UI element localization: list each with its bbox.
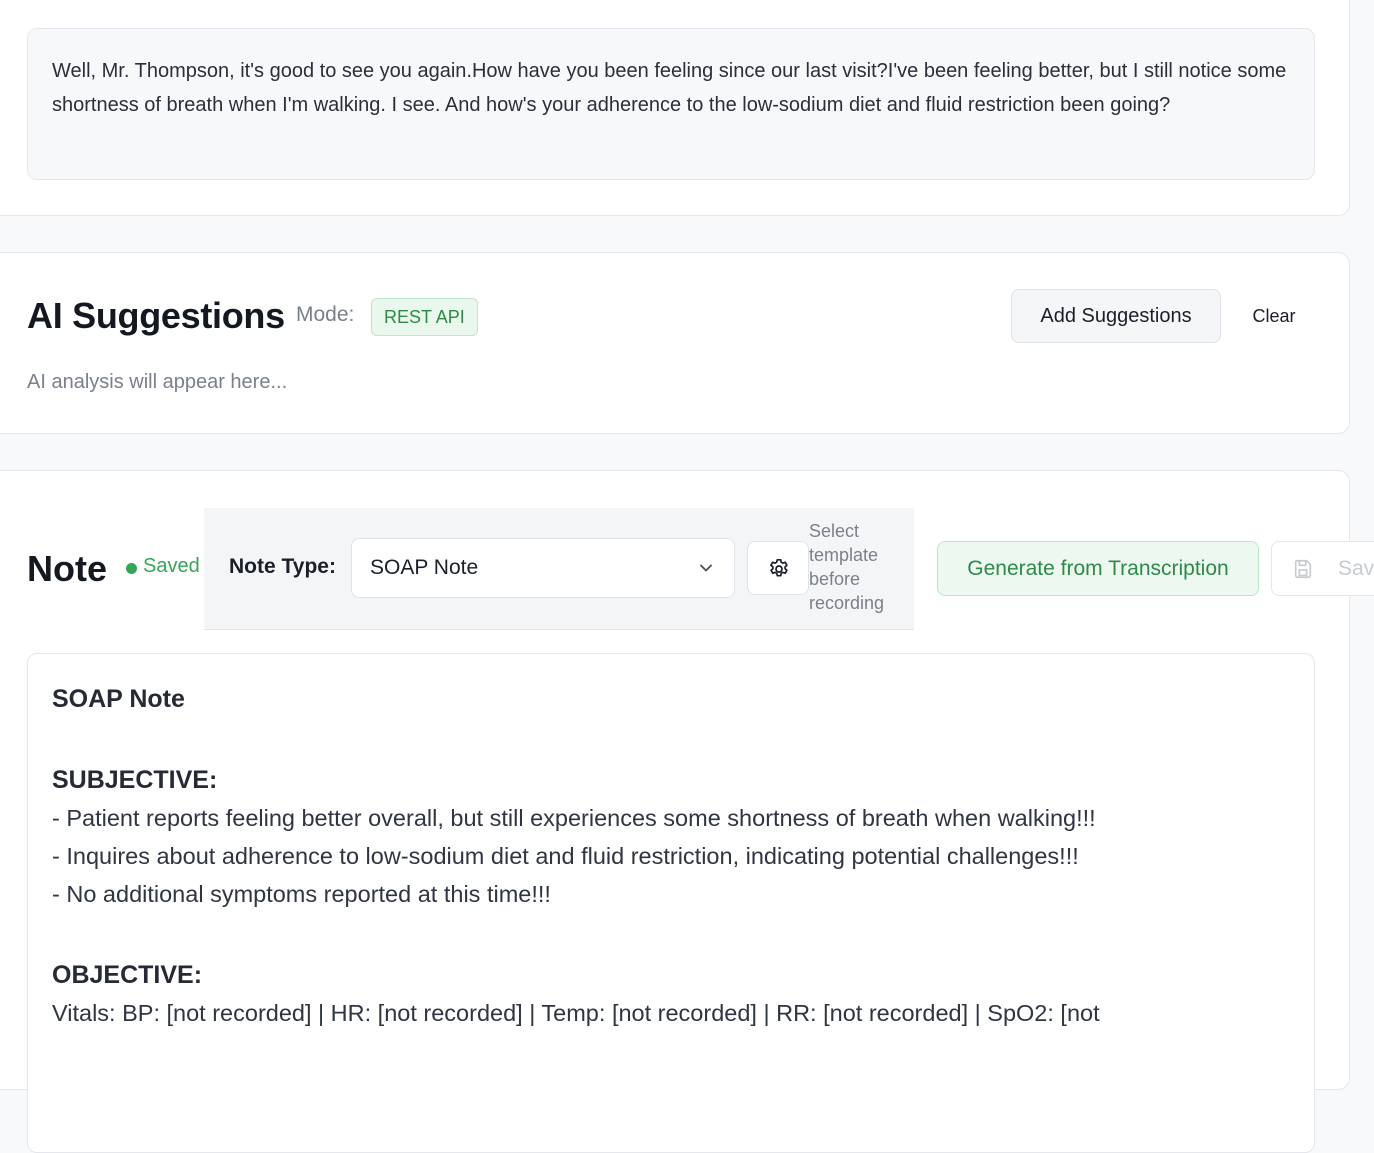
template-settings-button[interactable] xyxy=(747,541,809,595)
ai-suggestions-title: AI Suggestions xyxy=(27,295,285,336)
save-icon xyxy=(1294,559,1312,579)
note-type-label: Note Type: xyxy=(229,555,336,578)
generate-from-transcription-button[interactable]: Generate from Transcription xyxy=(937,541,1259,596)
clear-button[interactable]: Clear xyxy=(1237,289,1311,343)
note-heading: SOAP Note xyxy=(52,685,185,713)
ai-suggestions-card: AI Suggestions Mode: REST API Add Sugges… xyxy=(0,252,1350,434)
objective-line: Vitals: BP: [not recorded] | HR: [not re… xyxy=(52,1000,1100,1026)
template-hint: Select template before recording xyxy=(809,521,885,613)
status-dot-icon xyxy=(126,563,137,574)
mode-label: Mode: xyxy=(296,303,355,326)
save-label: Sav xyxy=(1338,557,1374,580)
note-type-select[interactable]: SOAP Note xyxy=(351,538,735,598)
save-button[interactable]: Sav xyxy=(1271,541,1374,596)
mode-badge: REST API xyxy=(371,298,478,336)
subjective-heading: SUBJECTIVE: xyxy=(52,766,218,794)
transcript-text: Well, Mr. Thompson, it's good to see you… xyxy=(27,28,1315,180)
saved-status: Saved xyxy=(143,555,200,577)
note-type-value: SOAP Note xyxy=(370,556,479,579)
gear-icon xyxy=(770,558,788,577)
note-card: Note Saved Note Type: SOAP Note Select t… xyxy=(0,470,1374,1153)
template-panel: Note Type: SOAP Note Select template bef… xyxy=(204,508,914,630)
transcription-card: Well, Mr. Thompson, it's good to see you… xyxy=(0,0,1350,216)
subjective-line: - Inquires about adherence to low-sodium… xyxy=(52,843,1079,869)
ai-analysis-placeholder: AI analysis will appear here... xyxy=(27,371,288,393)
note-title: Note xyxy=(27,548,107,589)
subjective-line: - Patient reports feeling better overall… xyxy=(52,805,1096,831)
note-editor[interactable]: SOAP Note SUBJECTIVE: - Patient reports … xyxy=(27,653,1315,1153)
objective-heading: OBJECTIVE: xyxy=(52,961,203,989)
chevron-down-icon xyxy=(700,564,712,572)
subjective-line: - No additional symptoms reported at thi… xyxy=(52,881,551,907)
add-suggestions-button[interactable]: Add Suggestions xyxy=(1011,289,1221,343)
